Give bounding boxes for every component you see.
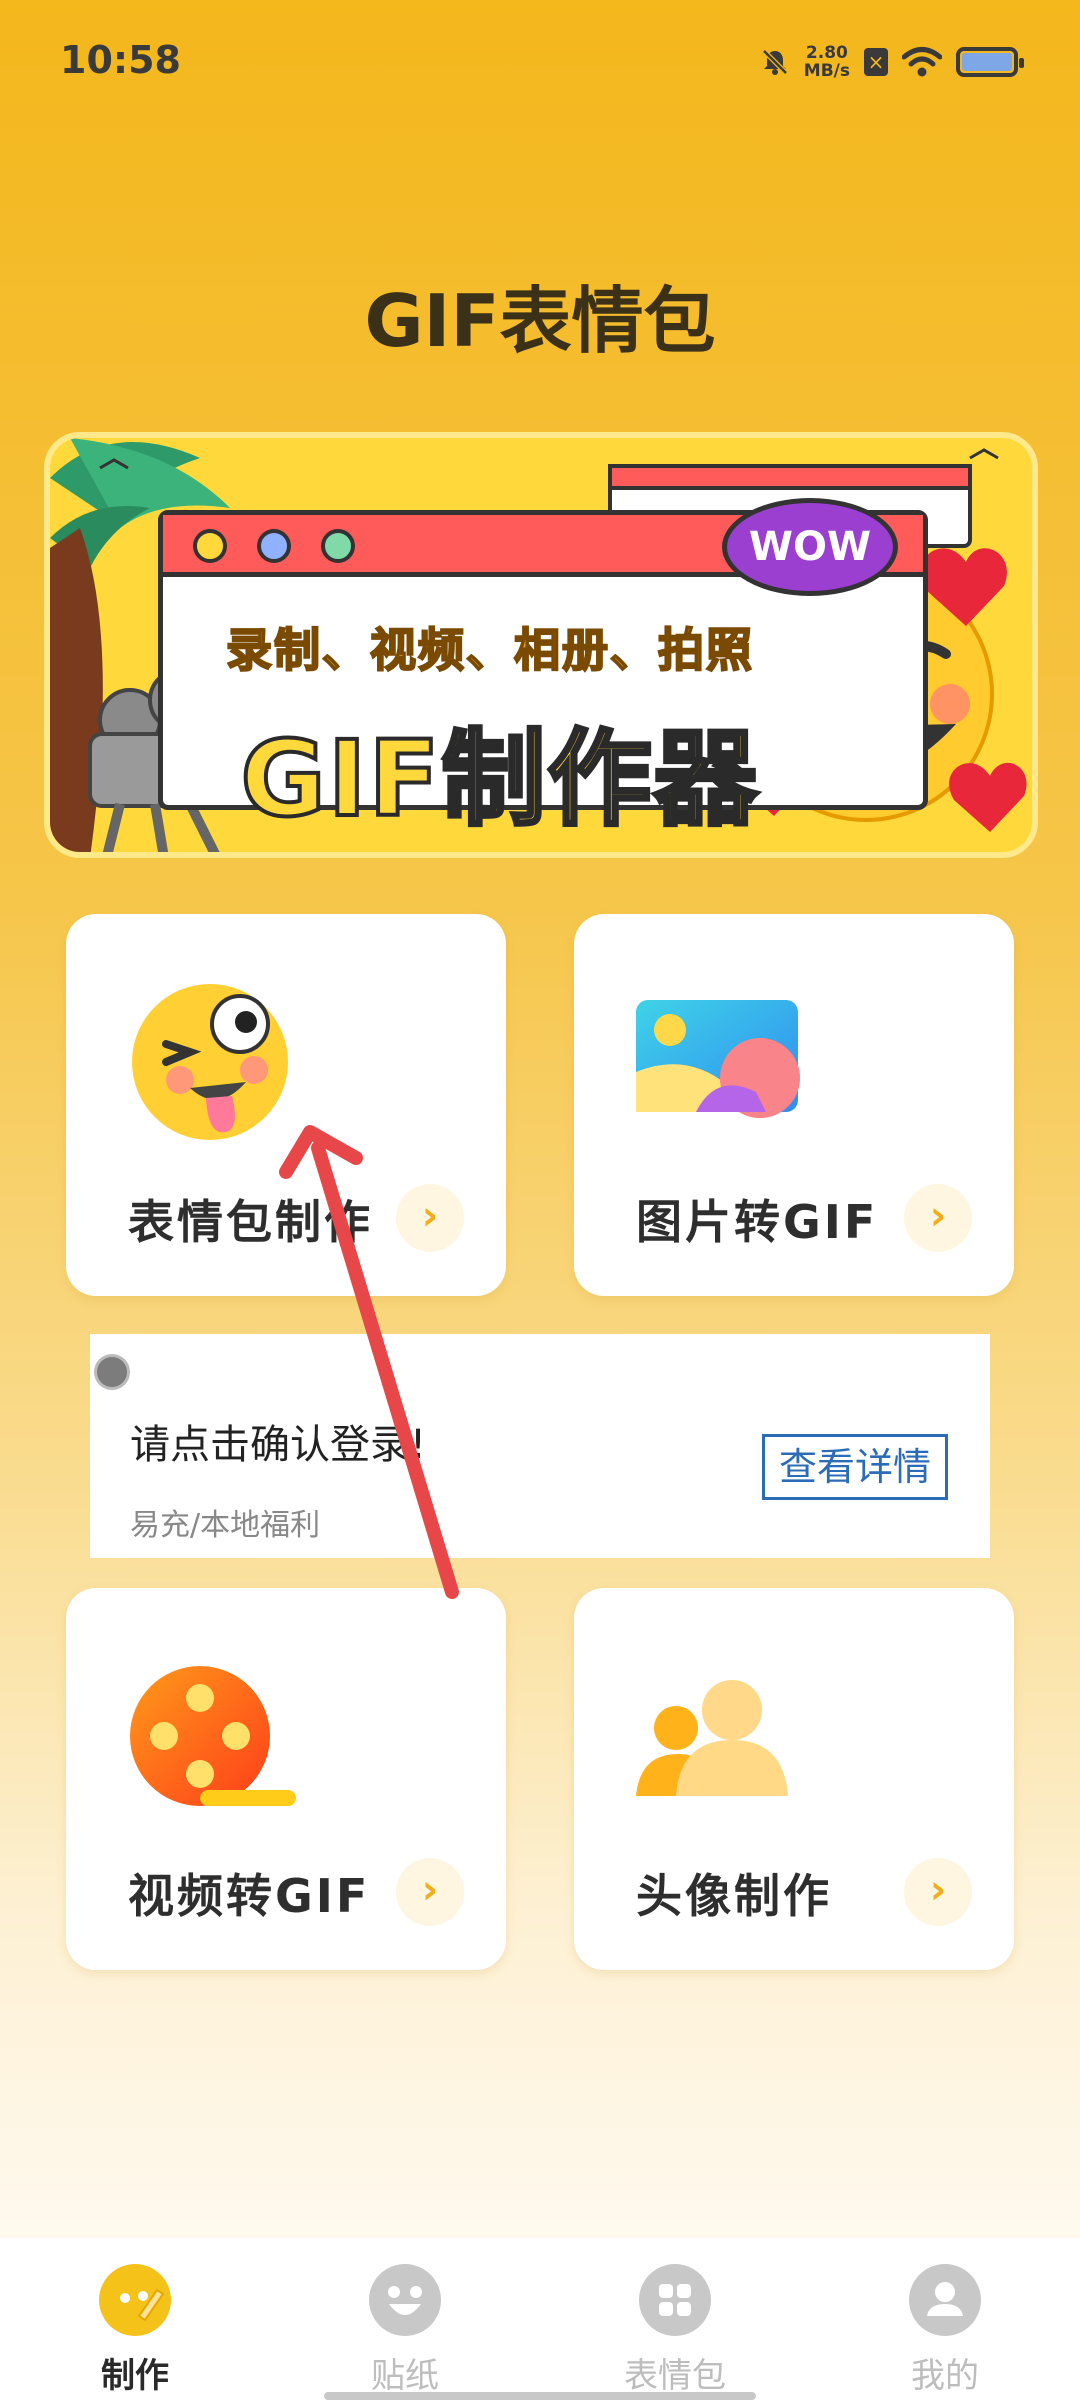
status-time: 10:58 [60, 38, 181, 82]
film-reel-icon [130, 1666, 296, 1806]
nav-label: 制作 [101, 2356, 169, 2396]
banner-headline: GIF制作器 [238, 716, 760, 842]
page-title: GIF表情包 [364, 279, 716, 363]
card-video-to-gif[interactable]: 视频转GIF › [66, 1588, 506, 1970]
ad-banner[interactable]: 请点击确认登录! 易充/本地福利 查看详情 [90, 1334, 990, 1558]
grid-icon [639, 2264, 711, 2336]
card-label: 表情包制作 [128, 1195, 373, 1249]
ad-subtitle: 易充/本地福利 [130, 1508, 321, 1543]
card-emoji-maker[interactable]: 表情包制作 › [66, 914, 506, 1296]
ad-badge-icon [94, 1354, 130, 1390]
status-icons: 2.80 MB/s × [760, 40, 1024, 84]
battery-icon [956, 47, 1024, 77]
wifi-icon [902, 47, 942, 77]
nav-item-stickers[interactable]: 贴纸 [270, 2238, 540, 2408]
card-avatar-maker[interactable]: 头像制作 › [574, 1588, 1014, 1970]
chevron-right-icon: › [904, 1858, 972, 1926]
card-label: 头像制作 [636, 1869, 832, 1923]
nav-label: 表情包 [624, 2356, 726, 2396]
status-bar: 10:58 2.80 MB/s × [0, 0, 1080, 120]
chevron-right-icon: › [396, 1184, 464, 1252]
home-indicator[interactable] [324, 2392, 756, 2400]
wow-bubble: WOW [722, 498, 898, 596]
smile-icon [369, 2264, 441, 2336]
promo-banner[interactable]: 录制、视频、相册、拍照 GIF制作器 WOW [44, 432, 1038, 858]
ad-details-button[interactable]: 查看详情 [762, 1434, 948, 1500]
close-dot-icon [193, 529, 227, 563]
nav-item-mine[interactable]: 我的 [810, 2238, 1080, 2408]
avatar-users-icon [636, 1680, 788, 1796]
emoji-wink-icon [132, 984, 288, 1140]
banner-subtitle: 录制、视频、相册、拍照 [225, 622, 754, 678]
image-icon [636, 1000, 800, 1118]
card-label: 视频转GIF [128, 1869, 371, 1923]
net-speed: 2.80 MB/s [803, 43, 850, 81]
no-sim-icon: × [864, 48, 888, 76]
nav-label: 贴纸 [371, 2356, 439, 2396]
card-label: 图片转GIF [636, 1195, 879, 1249]
nav-item-make[interactable]: 制作 [0, 2238, 270, 2408]
nav-item-emoji-packs[interactable]: 表情包 [540, 2238, 810, 2408]
maximize-dot-icon [321, 529, 355, 563]
bottom-nav: 制作 贴纸 表情包 我的 [0, 2238, 1080, 2408]
chevron-right-icon: › [396, 1858, 464, 1926]
card-image-to-gif[interactable]: 图片转GIF › [574, 914, 1014, 1296]
make-icon [99, 2264, 171, 2336]
chevron-right-icon: › [904, 1184, 972, 1252]
ad-title: 请点击确认登录! [130, 1422, 427, 1468]
profile-icon [909, 2264, 981, 2336]
minimize-dot-icon [257, 529, 291, 563]
mute-bell-icon [762, 49, 788, 75]
nav-label: 我的 [911, 2356, 979, 2396]
